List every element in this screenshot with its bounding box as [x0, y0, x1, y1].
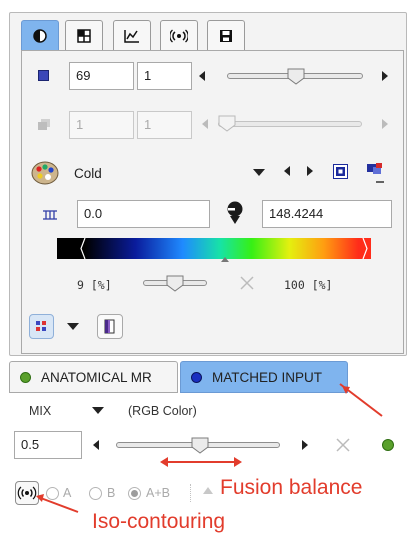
annotation-arrows — [36, 383, 383, 513]
fusion-balance-annotation: Fusion balance — [220, 476, 363, 499]
iso-contouring-annotation: Iso-contouring — [92, 510, 226, 533]
